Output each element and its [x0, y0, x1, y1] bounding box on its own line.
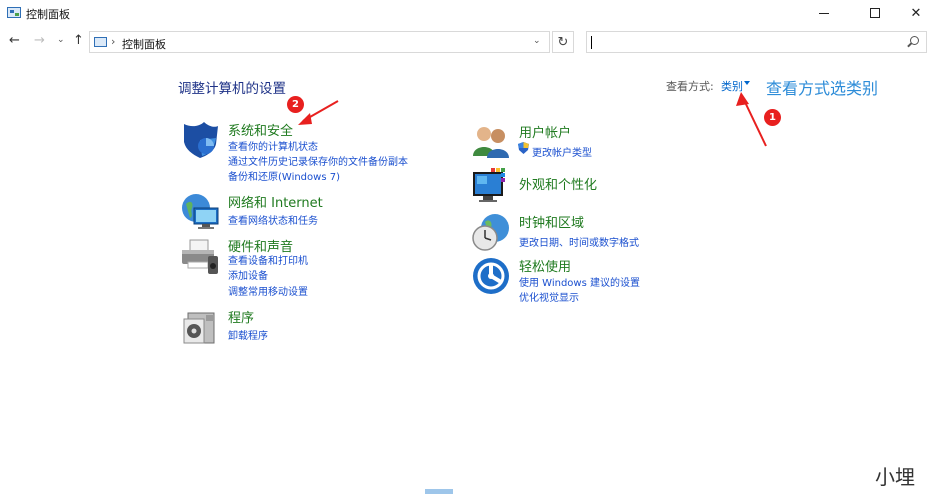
- minimize-button[interactable]: [801, 0, 847, 26]
- up-arrow-icon[interactable]: ↑: [73, 33, 84, 48]
- page-title: 调整计算机的设置: [178, 81, 286, 97]
- maximize-button[interactable]: [852, 0, 898, 26]
- close-icon: ✕: [910, 5, 922, 21]
- address-bar[interactable]: › 控制面板 ⌄: [89, 31, 550, 53]
- programs-icon: [183, 312, 215, 344]
- watermark-text: 小埋: [875, 465, 915, 489]
- category-title-ease-of-access[interactable]: 轻松使用: [519, 256, 571, 275]
- category-clock-region: 时钟和区域 更改日期、时间或数字格式: [471, 212, 731, 252]
- category-title-network-internet[interactable]: 网络和 Internet: [228, 192, 323, 211]
- uac-shield-icon: [518, 142, 529, 154]
- annotation-badge-2: 2: [287, 96, 304, 113]
- link-view-computer-status[interactable]: 查看你的计算机状态: [228, 138, 318, 153]
- category-ease-of-access: 轻松使用 使用 Windows 建议的设置 优化视觉显示: [471, 256, 731, 304]
- view-by-dropdown[interactable]: 类别: [721, 78, 743, 94]
- text-caret: [591, 36, 592, 49]
- taskbar-edge-fragment: [425, 489, 453, 494]
- maximize-icon: [870, 8, 880, 18]
- link-devices-printers[interactable]: 查看设备和打印机: [228, 252, 308, 267]
- view-by-label: 查看方式:: [666, 80, 714, 93]
- link-mobility-settings[interactable]: 调整常用移动设置: [228, 283, 308, 298]
- refresh-icon: ↻: [557, 34, 569, 50]
- link-file-history-backup[interactable]: 通过文件历史记录保存你的文件备份副本: [228, 153, 408, 168]
- category-title-user-accounts[interactable]: 用户帐户: [519, 122, 571, 141]
- network-icon: [182, 194, 219, 229]
- category-user-accounts: 用户帐户 更改帐户类型: [471, 122, 731, 160]
- shield-icon: [184, 122, 218, 158]
- title-bar: 控制面板 ✕: [0, 0, 937, 26]
- ease-of-access-icon: [473, 258, 509, 294]
- category-title-clock-region[interactable]: 时钟和区域: [519, 212, 584, 231]
- link-change-date-time-format[interactable]: 更改日期、时间或数字格式: [519, 234, 639, 249]
- printer-icon: [182, 239, 218, 274]
- close-button[interactable]: ✕: [893, 0, 937, 26]
- minimize-icon: [819, 12, 829, 14]
- refresh-button[interactable]: ↻: [552, 31, 574, 53]
- control-panel-small-icon: [94, 37, 107, 47]
- link-uninstall-program[interactable]: 卸载程序: [228, 327, 268, 342]
- link-optimize-visual-display[interactable]: 优化视觉显示: [519, 289, 579, 304]
- link-add-device[interactable]: 添加设备: [228, 267, 268, 282]
- link-network-status[interactable]: 查看网络状态和任务: [228, 212, 318, 227]
- link-windows-recommended-settings[interactable]: 使用 Windows 建议的设置: [519, 274, 640, 289]
- category-title-system-security[interactable]: 系统和安全: [228, 120, 293, 139]
- view-by-chevron-down-icon[interactable]: [744, 81, 750, 85]
- window-title: 控制面板: [26, 8, 70, 21]
- control-panel-app-icon: [7, 7, 21, 18]
- annotation-badge-1: 1: [764, 109, 781, 126]
- breadcrumb-chevron-icon[interactable]: ›: [111, 35, 115, 48]
- navigation-bar: ← → ⌄ ↑ › 控制面板 ⌄ ↻: [0, 29, 937, 55]
- recent-locations-icon[interactable]: ⌄: [57, 35, 65, 45]
- category-network-internet: 网络和 Internet 查看网络状态和任务: [180, 192, 460, 229]
- link-change-account-type[interactable]: 更改帐户类型: [532, 144, 592, 159]
- annotation-arrow-1: [736, 92, 767, 147]
- link-backup-restore[interactable]: 备份和还原(Windows 7): [228, 168, 340, 183]
- users-icon: [473, 127, 509, 158]
- category-hardware-sound: 硬件和声音 查看设备和打印机 添加设备 调整常用移动设置: [180, 236, 460, 298]
- search-icon[interactable]: [910, 36, 919, 45]
- category-title-appearance-personalization[interactable]: 外观和个性化: [519, 174, 597, 193]
- clock-globe-icon: [472, 214, 509, 251]
- category-appearance-personalization: 外观和个性化: [471, 166, 731, 206]
- forward-arrow-icon[interactable]: →: [34, 33, 45, 48]
- annotation-text: 查看方式选类别: [766, 79, 879, 98]
- category-system-security: 系统和安全 查看你的计算机状态 通过文件历史记录保存你的文件备份副本 备份和还原…: [180, 120, 460, 183]
- address-dropdown-icon[interactable]: ⌄: [533, 36, 541, 46]
- category-programs: 程序 卸载程序: [180, 307, 460, 347]
- breadcrumb-control-panel[interactable]: 控制面板: [122, 36, 166, 52]
- search-input[interactable]: [586, 31, 927, 53]
- monitor-icon: [473, 168, 505, 202]
- category-title-programs[interactable]: 程序: [228, 307, 254, 326]
- control-panel-window: 控制面板 ✕ ← → ⌄ ↑ › 控制面板 ⌄ ↻ 调整计算机的设置 查看方式:…: [0, 0, 937, 494]
- back-arrow-icon[interactable]: ←: [9, 33, 20, 48]
